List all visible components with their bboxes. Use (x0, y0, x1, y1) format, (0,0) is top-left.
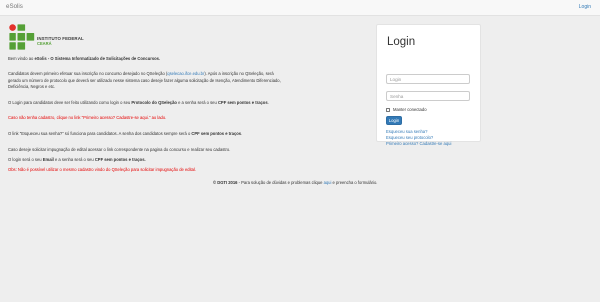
navbar-login-link[interactable]: Login (579, 4, 591, 10)
paragraph-login-candidatos: O Login para candidatos deve ser feito u… (8, 100, 269, 106)
paragraph-esqueceu-senha: O link "Esqueceu sua senha?" só funciona… (8, 131, 242, 137)
password-input[interactable] (386, 91, 470, 101)
keep-connected-checkbox[interactable] (386, 107, 390, 112)
keep-connected[interactable]: Manter conectado (386, 107, 427, 112)
paragraph-sem-cadastro: Caso não tenha cadastro, clique no link … (8, 115, 167, 120)
paragraph-inscricao-line2: gerado um número de protocolo que deverá… (8, 77, 281, 83)
p2-mid: e a senha será o seu (176, 99, 218, 105)
p6-bold-cpf: CPF sem pontos e traços. (94, 157, 146, 162)
keep-connected-label: Manter conectado (393, 107, 427, 112)
p1-post: ). Após a inscrição no QSeleção, será (204, 71, 274, 76)
p2-bold-protocolo: Protocolo do QSeleção (131, 99, 177, 105)
footer-copyright: © DGTI 2016 (213, 180, 238, 185)
welcome-bold: eSolis - O Sistema Informatizado de Soli… (34, 56, 161, 61)
p4-pre: O link "Esqueceu sua senha?" só funciona… (8, 131, 192, 136)
qselecao-link[interactable]: qselecao.ifce.edu.br (167, 71, 204, 76)
p2-post: . (267, 99, 269, 105)
p4-bold-cpf: CPF sem pontos e traços (191, 131, 242, 136)
logo-text: INSTITUTO FEDERAL CEARÁ (37, 36, 84, 47)
login-input[interactable] (386, 74, 470, 84)
p6-mid: e a senha será o seu (53, 157, 95, 162)
forgot-password-link[interactable]: Esqueceu sua senha? (386, 129, 427, 134)
p1-pre: Candidatos devem primeiro efetuar sua in… (8, 71, 168, 76)
paragraph-inscricao: Candidatos devem primeiro efetuar sua in… (8, 71, 274, 77)
login-title: Login (387, 36, 416, 48)
p6-bold-email: Email (42, 157, 54, 162)
paragraph-obs: Obs: Não é possível utilizar o mesmo cad… (8, 167, 197, 172)
p2-bold-cpf: CPF sem pontos e traços (217, 99, 268, 105)
paragraph-login-email: O login será o seu Email e a senha será … (8, 157, 146, 163)
footer-text-pre: - Para solução de dúvidas e problemas cl… (237, 180, 324, 185)
navbar: eSolis Login (0, 0, 600, 16)
welcome-text: Bem vindo ao eSolis - O Sistema Informat… (8, 56, 160, 62)
p6-pre: O login será o seu (8, 157, 43, 162)
login-button[interactable]: Login (386, 116, 402, 125)
footer: © DGTI 2016 - Para solução de dúvidas e … (213, 180, 377, 185)
forgot-protocol-link[interactable]: Esqueceu seu protocolo? (386, 135, 433, 140)
brand-name[interactable]: eSolis (6, 3, 23, 10)
footer-text-post: e preencha o formulário. (331, 180, 378, 185)
first-access-link[interactable]: Primeiro acesso? Cadastre-se aqui (386, 141, 451, 146)
p2-pre: O Login para candidatos deve ser feito u… (8, 99, 132, 105)
institute-logo-icon (9, 24, 35, 50)
login-panel: Login Manter conectado Login Esqueceu su… (376, 24, 481, 146)
logo-subtitle: CEARÁ (37, 41, 52, 47)
paragraph-inscricao-line3: Deficiência, Negros e etc. (8, 84, 56, 89)
paragraph-impugnacao: Caso deseje solicitar impugnação de edit… (8, 147, 231, 152)
welcome-pre: Bem vindo ao (8, 56, 35, 61)
p4-post: . (241, 131, 243, 136)
